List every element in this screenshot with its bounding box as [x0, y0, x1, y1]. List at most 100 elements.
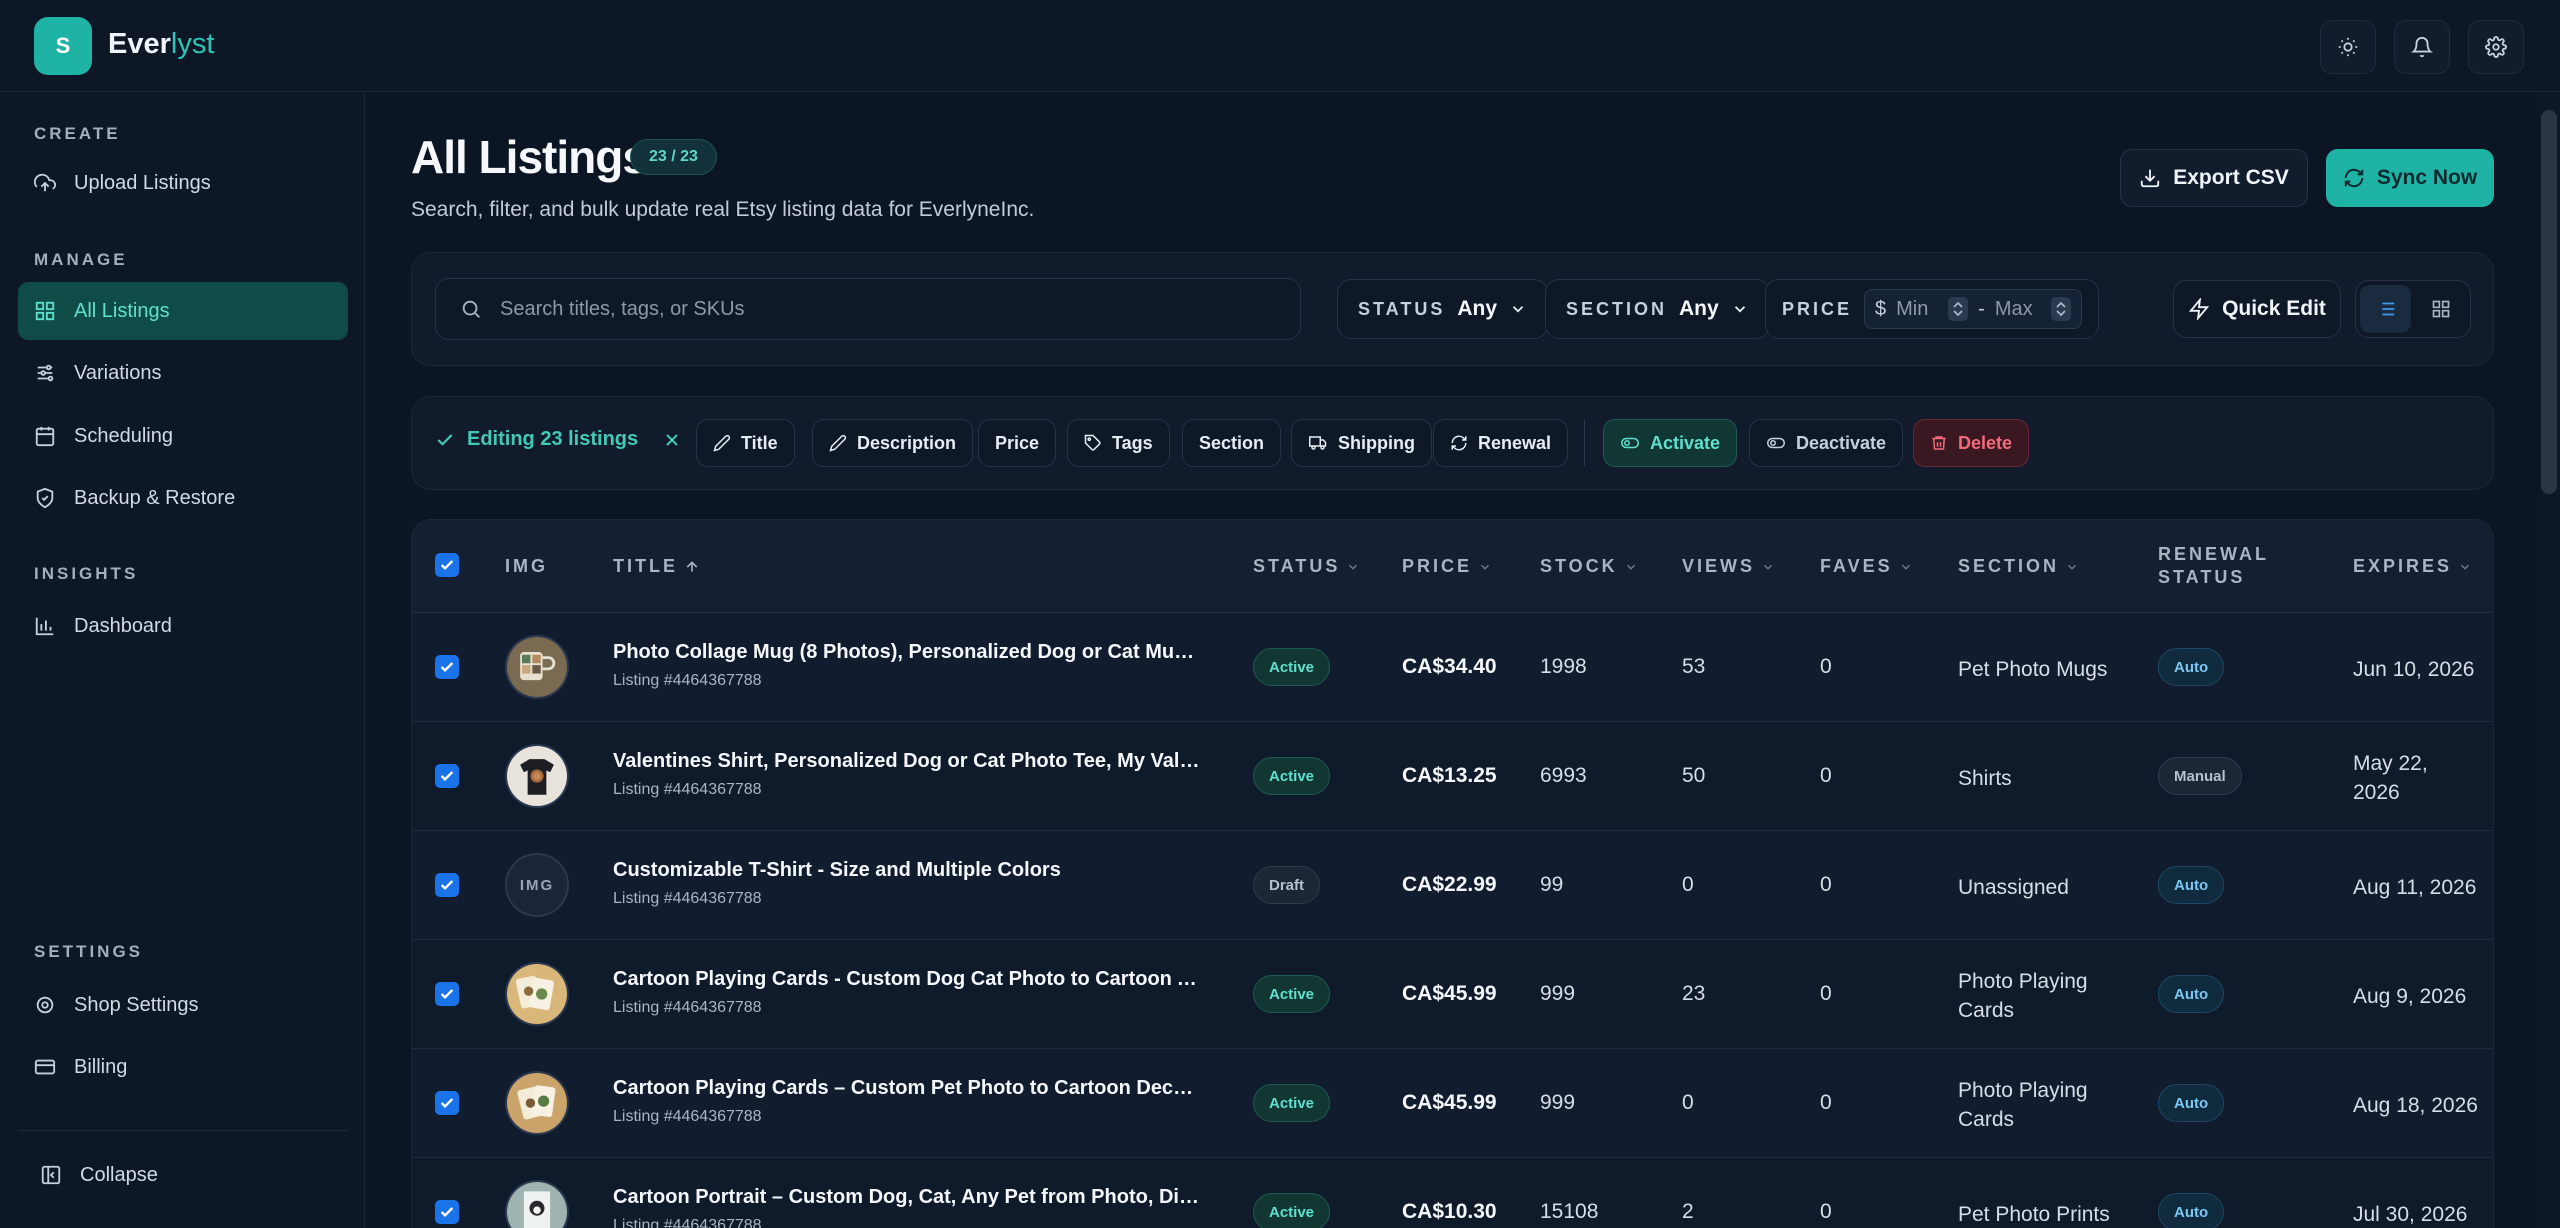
sidebar-item-billing[interactable]: Billing [18, 1038, 348, 1096]
row-price: CA$22.99 [1402, 873, 1497, 896]
row-views: 23 [1682, 982, 1706, 1005]
arrow-up-icon [686, 560, 698, 572]
table-row[interactable]: Photo Collage Mug (8 Photos), Personaliz… [412, 613, 2493, 722]
row-checkbox[interactable] [435, 655, 459, 679]
column-header-title[interactable]: TITLE [613, 556, 700, 577]
column-header-expires[interactable]: EXPIRES [2353, 556, 2472, 577]
row-checkbox[interactable] [435, 1091, 459, 1115]
sidebar-divider [18, 1130, 348, 1131]
row-title[interactable]: Cartoon Playing Cards – Custom Pet Photo… [613, 1077, 1203, 1100]
header-title-label: TITLE [613, 556, 678, 576]
listing-thumbnail[interactable]: IMG [505, 853, 569, 917]
row-title[interactable]: Customizable T-Shirt - Size and Multiple… [613, 859, 1203, 882]
bulk-tags-button[interactable]: Tags [1067, 419, 1170, 467]
bulk-price-button[interactable]: Price [978, 419, 1057, 467]
bulk-description-button[interactable]: Description [812, 419, 974, 467]
delete-button[interactable]: Delete [1913, 419, 2030, 467]
row-listing-id: Listing #4464367788 [613, 1108, 762, 1125]
bulk-title-button[interactable]: Title [696, 419, 795, 467]
notifications-button[interactable] [2394, 20, 2450, 74]
row-listing-id: Listing #4464367788 [613, 1217, 762, 1228]
table-row[interactable]: Valentines Shirt, Personalized Dog or Ca… [412, 722, 2493, 831]
sidebar-item-shop-settings[interactable]: Shop Settings [18, 976, 348, 1034]
refresh-icon [1451, 435, 1467, 451]
column-header-price[interactable]: PRICE [1402, 556, 1492, 577]
max-price-stepper[interactable] [2050, 297, 2071, 321]
bulk-section-button[interactable]: Section [1182, 419, 1282, 467]
row-checkbox[interactable] [435, 1200, 459, 1224]
close-icon[interactable] [662, 430, 682, 450]
bell-icon [2411, 37, 2433, 58]
column-header-renewal-status[interactable]: RENEWAL STATUS [2158, 544, 2269, 588]
activate-button[interactable]: Activate [1603, 419, 1738, 467]
grid-view-button[interactable] [2415, 285, 2466, 333]
row-checkbox[interactable] [435, 873, 459, 897]
column-header-views[interactable]: VIEWS [1682, 556, 1775, 577]
brand-name: Everlyst [108, 28, 214, 61]
scrollbar-thumb[interactable] [2541, 110, 2557, 494]
logo-badge[interactable]: S [34, 17, 92, 75]
status-filter-dropdown[interactable]: STATUS Any [1337, 279, 1549, 339]
collapse-sidebar-button[interactable]: Collapse [24, 1146, 354, 1204]
table-row[interactable]: IMG Customizable T-Shirt - Size and Multi… [412, 831, 2493, 940]
listing-thumbnail[interactable] [505, 635, 569, 699]
bulk-shipping-button[interactable]: Shipping [1291, 419, 1432, 467]
search-input[interactable] [500, 297, 1280, 321]
search-box [435, 278, 1301, 340]
listing-thumbnail[interactable] [505, 1071, 569, 1135]
row-price: CA$13.25 [1402, 764, 1497, 787]
row-stock: 999 [1540, 982, 1576, 1005]
listing-thumbnail[interactable] [505, 1180, 569, 1228]
row-section-line-1: Unassigned [1958, 876, 2069, 899]
row-expires-line-1: Jun 10, 2026 [2353, 658, 2475, 681]
row-title[interactable]: Photo Collage Mug (8 Photos), Personaliz… [613, 641, 1203, 664]
settings-button[interactable] [2468, 20, 2524, 74]
table-row[interactable]: Cartoon Playing Cards – Custom Pet Photo… [412, 1049, 2493, 1158]
column-header-status[interactable]: STATUS [1253, 556, 1360, 577]
price-range-separator: - [1978, 297, 1985, 320]
column-header-faves[interactable]: FAVES [1820, 556, 1913, 577]
row-title[interactable]: Valentines Shirt, Personalized Dog or Ca… [613, 750, 1203, 773]
section-filter-value: Any [1679, 297, 1719, 320]
export-csv-button[interactable]: Export CSV [2120, 149, 2308, 207]
sync-now-button[interactable]: Sync Now [2326, 149, 2494, 207]
listing-thumbnail[interactable] [505, 962, 569, 1026]
table-row[interactable]: Cartoon Portrait – Custom Dog, Cat, Any … [412, 1158, 2493, 1228]
row-expires: Jul 30, 2026 [2353, 1200, 2467, 1228]
column-header-section[interactable]: SECTION [1958, 556, 2079, 577]
listing-thumbnail[interactable] [505, 744, 569, 808]
sidebar-item-label: Backup & Restore [74, 486, 236, 509]
tag-icon [1084, 434, 1101, 451]
sidebar-item-scheduling[interactable]: Scheduling [18, 407, 348, 465]
row-section-line-1: Pet Photo Prints [1958, 1203, 2110, 1226]
section-filter-dropdown[interactable]: SECTION Any [1545, 279, 1770, 339]
row-price: CA$45.99 [1402, 982, 1497, 1005]
row-renewal-badge: Manual [2158, 757, 2242, 795]
sidebar-item-dashboard[interactable]: Dashboard [18, 597, 348, 655]
sidebar-item-label: Variations [74, 361, 162, 384]
theme-toggle-button[interactable] [2320, 20, 2376, 74]
sidebar-item-upload-listings[interactable]: Upload Listings [18, 154, 348, 212]
min-price-input[interactable]: Min [1896, 298, 1938, 321]
column-header-stock[interactable]: STOCK [1540, 556, 1638, 577]
row-checkbox[interactable] [435, 982, 459, 1006]
row-title[interactable]: Cartoon Playing Cards - Custom Dog Cat P… [613, 968, 1203, 991]
min-price-stepper[interactable] [1948, 297, 1969, 321]
row-checkbox[interactable] [435, 764, 459, 788]
sidebar-heading-create: CREATE [34, 124, 121, 143]
deactivate-button[interactable]: Deactivate [1749, 419, 1904, 467]
lightning-icon [2188, 298, 2210, 320]
row-faves: 0 [1820, 982, 1832, 1005]
select-all-checkbox[interactable] [435, 553, 459, 577]
table-row[interactable]: Cartoon Playing Cards - Custom Dog Cat P… [412, 940, 2493, 1049]
sidebar-item-backup-restore[interactable]: Backup & Restore [18, 469, 348, 527]
sidebar-heading-manage: MANAGE [34, 250, 128, 269]
row-title[interactable]: Cartoon Portrait – Custom Dog, Cat, Any … [613, 1186, 1203, 1209]
max-price-input[interactable]: Max [1995, 298, 2041, 321]
sidebar-item-variations[interactable]: Variations [18, 344, 348, 402]
list-view-button[interactable] [2360, 285, 2411, 333]
quick-edit-button[interactable]: Quick Edit [2173, 280, 2341, 338]
sidebar-item-all-listings[interactable]: All Listings [18, 282, 348, 340]
sidebar-item-label: Scheduling [74, 424, 173, 447]
bulk-renewal-button[interactable]: Renewal [1433, 419, 1569, 467]
